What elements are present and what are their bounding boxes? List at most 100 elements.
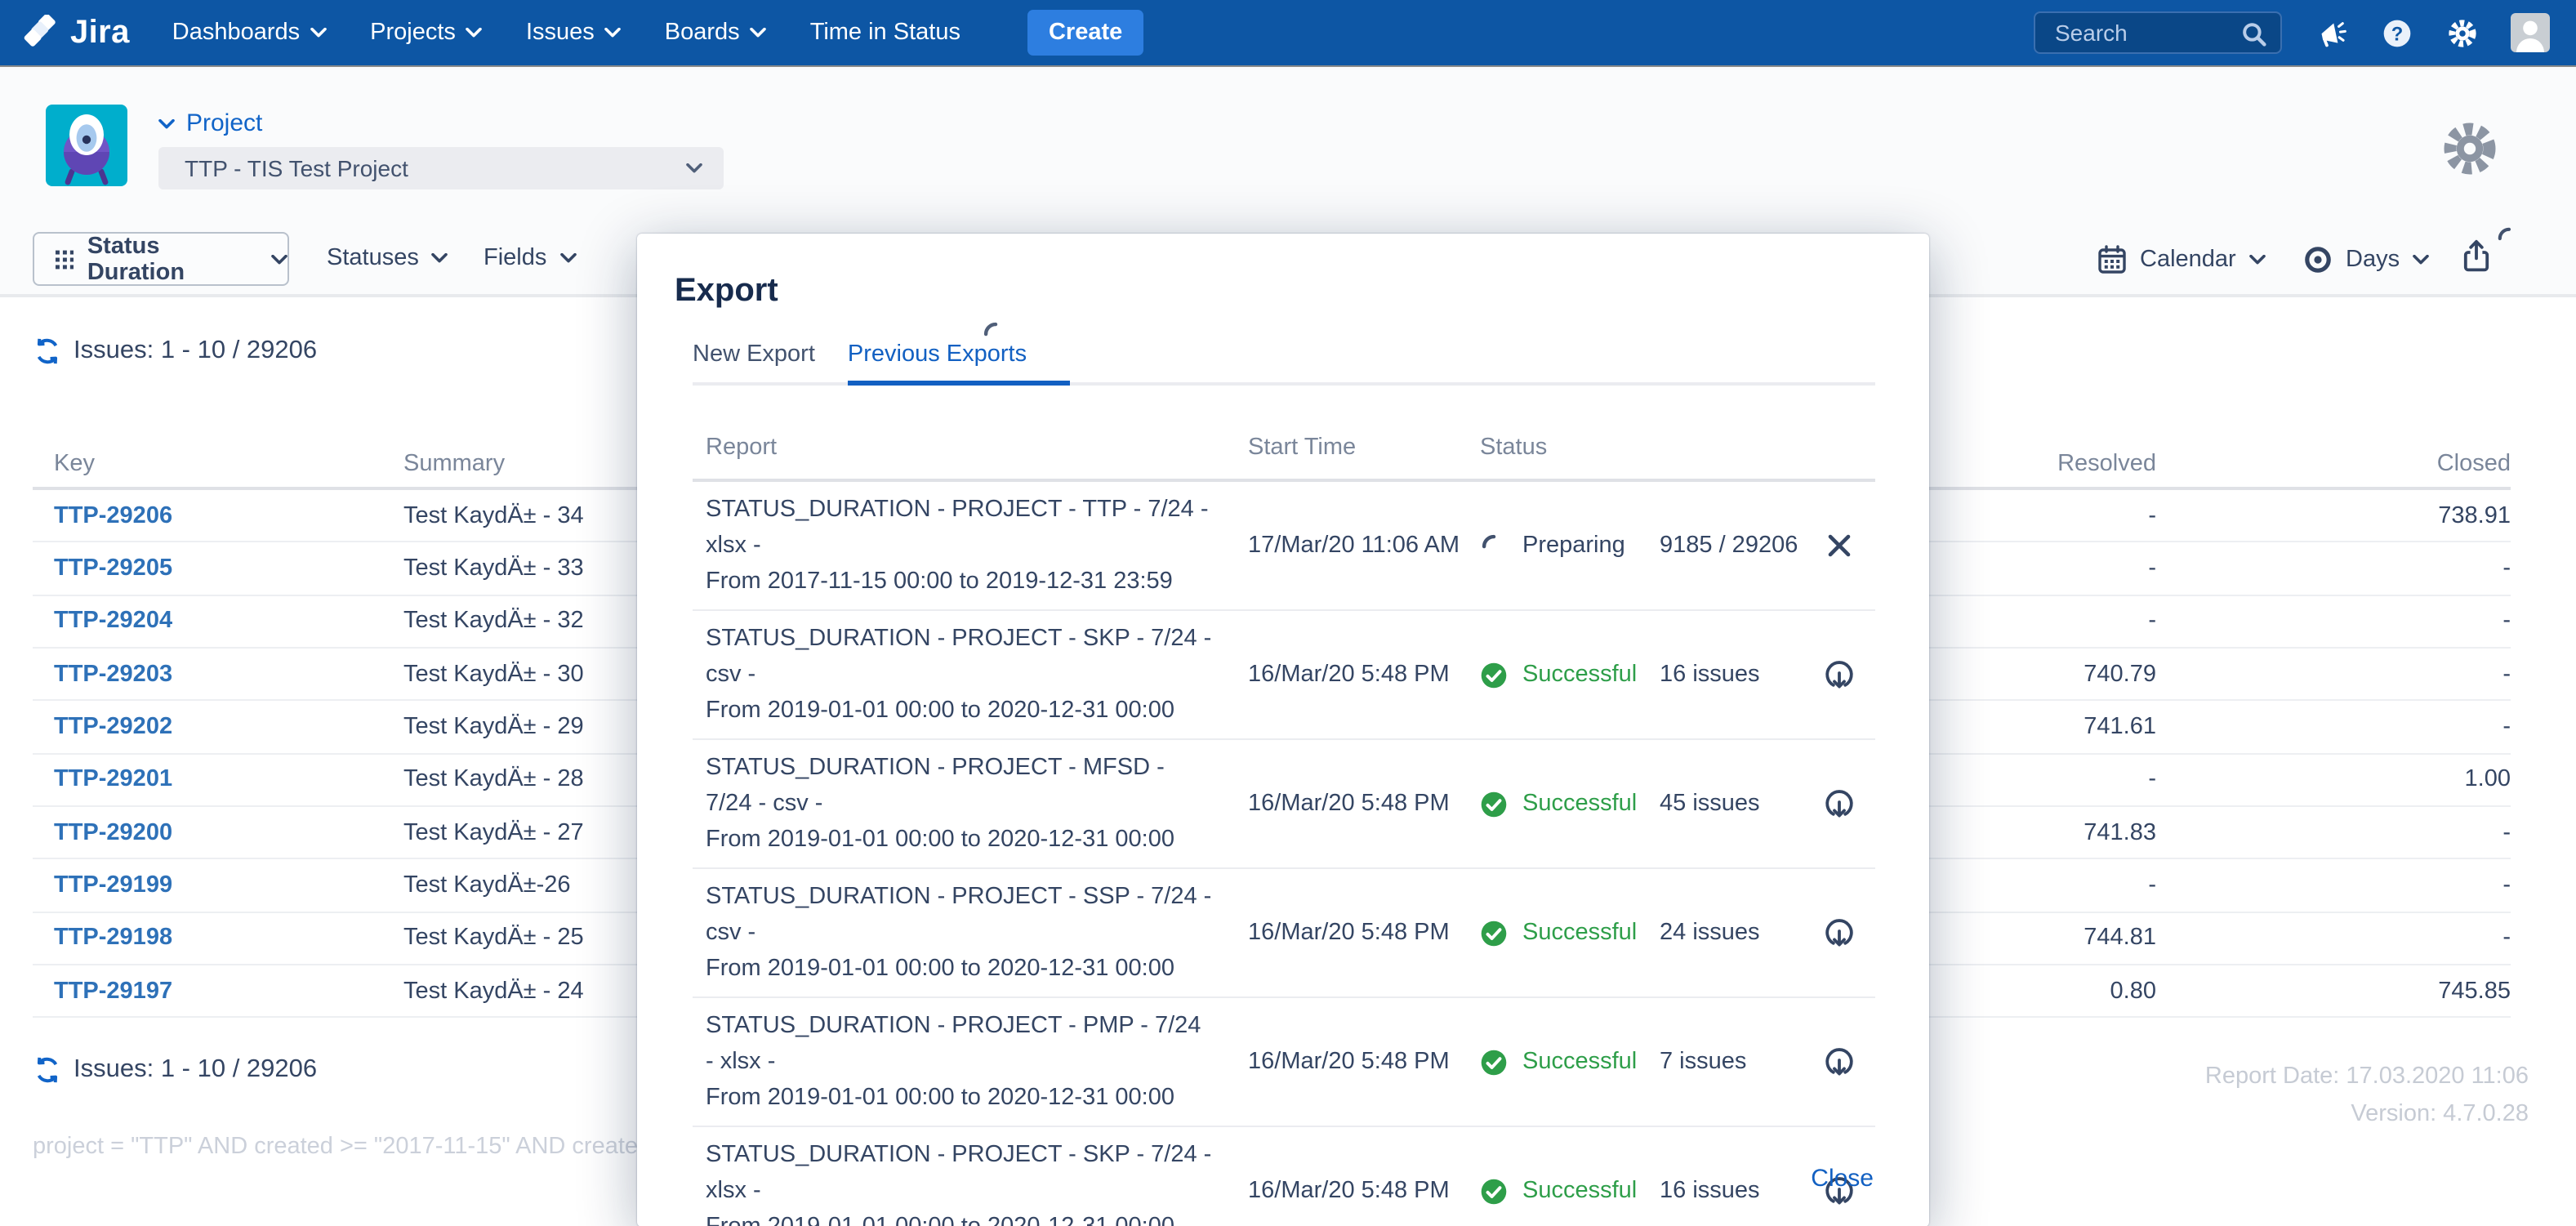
settings-gear-icon[interactable]: [2447, 17, 2478, 48]
user-avatar[interactable]: [2511, 13, 2550, 52]
cancel-export-button[interactable]: [1823, 529, 1856, 562]
project-breadcrumb-link[interactable]: Project: [158, 109, 262, 137]
status-detail: 24 issues: [1660, 920, 1760, 946]
export-modal: Export New Export Previous Exports Repor…: [637, 234, 1929, 1226]
export-status: Successful 16 issues: [1480, 1177, 1803, 1205]
nav-item-boards[interactable]: Boards: [665, 20, 766, 46]
status-label: Successful: [1522, 791, 1653, 817]
report-settings-gear-icon[interactable]: [2440, 119, 2499, 178]
refresh-icon[interactable]: [33, 337, 62, 366]
status-detail: 7 issues: [1660, 1049, 1746, 1075]
export-status: Successful 45 issues: [1480, 790, 1803, 818]
tab-new-export[interactable]: New Export: [693, 332, 815, 382]
download-export-button[interactable]: [1823, 1045, 1856, 1078]
jira-logo[interactable]: Jira: [23, 14, 130, 51]
calendar-dropdown[interactable]: Calendar: [2097, 245, 2266, 274]
chevron-down-icon: [271, 254, 287, 264]
nav-item-issues[interactable]: Issues: [526, 20, 621, 46]
chevron-down-icon: [2249, 255, 2266, 265]
download-export-button[interactable]: [1823, 787, 1856, 820]
check-circle-icon: [1480, 919, 1508, 947]
issue-closed-value: 738.91: [2156, 502, 2511, 528]
export-button[interactable]: [2460, 239, 2493, 274]
download-export-button[interactable]: [1823, 658, 1856, 691]
issue-key-link[interactable]: TTP-29205: [33, 555, 403, 582]
help-icon[interactable]: ?: [2382, 17, 2413, 48]
version-label: Version: 4.7.0.28: [2205, 1096, 2529, 1134]
issue-closed-value: -: [2156, 555, 2511, 582]
project-select[interactable]: TTP - TIS Test Project: [158, 147, 724, 189]
issues-count-bottom: Issues: 1 - 10 / 29206: [33, 1055, 317, 1085]
export-tabs: New Export Previous Exports: [693, 332, 1875, 386]
issue-key-link[interactable]: TTP-29203: [33, 661, 403, 687]
export-row: STATUS_DURATION - PROJECT - TTP - 7/24 -…: [693, 482, 1875, 611]
export-start-time: 16/Mar/20 5:48 PM: [1248, 791, 1480, 817]
status-label: Successful: [1522, 662, 1653, 688]
status-detail: 45 issues: [1660, 791, 1760, 817]
export-row: STATUS_DURATION - PROJECT - SKP - 7/24 -…: [693, 611, 1875, 740]
column-header-closed[interactable]: Closed: [2156, 450, 2511, 476]
nav-item-time-in-status[interactable]: Time in Status: [810, 20, 960, 46]
calendar-icon: [2097, 245, 2127, 274]
refresh-icon[interactable]: [33, 1055, 62, 1085]
column-header-report: Report: [693, 435, 1248, 461]
status-detail: 16 issues: [1660, 662, 1760, 688]
eye-icon: [2303, 245, 2333, 274]
svg-text:?: ?: [2391, 22, 2404, 44]
download-export-button[interactable]: [1823, 916, 1856, 949]
jira-logo-icon: [23, 14, 60, 51]
issue-key-link[interactable]: TTP-29200: [33, 819, 403, 845]
app-window: Jira Dashboards Projects Issues Boards T…: [0, 0, 2576, 1226]
create-button[interactable]: Create: [1027, 10, 1143, 56]
column-header-key[interactable]: Key: [33, 450, 403, 476]
announcements-icon[interactable]: [2316, 17, 2347, 48]
export-status: Successful 7 issues: [1480, 1048, 1803, 1076]
export-report-name: STATUS_DURATION - PROJECT - SSP - 7/24 -…: [693, 869, 1248, 996]
issue-key-link[interactable]: TTP-29201: [33, 767, 403, 793]
status-detail: 9185 / 29206: [1660, 533, 1798, 559]
close-modal-link[interactable]: Close: [1811, 1165, 1874, 1193]
export-row: STATUS_DURATION - PROJECT - PMP - 7/24 -…: [693, 998, 1875, 1127]
issue-closed-value: -: [2156, 609, 2511, 635]
brand-name: Jira: [70, 14, 130, 51]
statuses-dropdown[interactable]: Statuses: [327, 245, 448, 271]
issue-key-link[interactable]: TTP-29199: [33, 872, 403, 898]
issue-key-link[interactable]: TTP-29197: [33, 979, 403, 1005]
issue-closed-value: -: [2156, 714, 2511, 740]
issue-key-link[interactable]: TTP-29202: [33, 714, 403, 740]
report-footer: Report Date: 17.03.2020 11:06 Version: 4…: [2205, 1059, 2529, 1134]
export-start-time: 16/Mar/20 5:48 PM: [1248, 1178, 1480, 1204]
status-duration-dropdown[interactable]: Status Duration: [33, 232, 289, 286]
loading-spinner-icon: [2496, 225, 2522, 252]
check-circle-icon: [1480, 661, 1508, 689]
grid-icon: [56, 249, 74, 269]
project-avatar[interactable]: [46, 105, 127, 186]
export-start-time: 16/Mar/20 5:48 PM: [1248, 1049, 1480, 1075]
days-dropdown[interactable]: Days: [2303, 245, 2429, 274]
top-nav: Jira Dashboards Projects Issues Boards T…: [0, 0, 2576, 65]
export-start-time: 16/Mar/20 5:48 PM: [1248, 920, 1480, 946]
chevron-down-icon: [466, 28, 482, 38]
issue-key-link[interactable]: TTP-29206: [33, 502, 403, 528]
chevron-down-icon: [2413, 255, 2429, 265]
export-row: STATUS_DURATION - PROJECT - SSP - 7/24 -…: [693, 869, 1875, 998]
export-report-name: STATUS_DURATION - PROJECT - MFSD - 7/24 …: [693, 740, 1248, 867]
chevron-down-icon: [604, 28, 621, 38]
check-circle-icon: [1480, 790, 1508, 818]
share-export-icon: [2460, 239, 2493, 274]
check-circle-icon: [1480, 1048, 1508, 1076]
search-box: [2034, 11, 2282, 54]
fields-dropdown[interactable]: Fields: [484, 245, 576, 271]
nav-item-dashboards[interactable]: Dashboards: [172, 20, 326, 46]
nav-item-projects[interactable]: Projects: [370, 20, 482, 46]
issue-key-link[interactable]: TTP-29204: [33, 609, 403, 635]
status-label: Successful: [1522, 1049, 1653, 1075]
tab-previous-exports[interactable]: Previous Exports: [848, 332, 1069, 386]
jql-query-text: project = "TTP" AND created >= "2017-11-…: [33, 1134, 637, 1160]
issue-closed-value: -: [2156, 925, 2511, 952]
issue-closed-value: 745.85: [2156, 979, 2511, 1005]
search-icon[interactable]: [2241, 21, 2267, 47]
column-header-status: Status: [1480, 435, 1803, 461]
export-status: Successful 24 issues: [1480, 919, 1803, 947]
issue-key-link[interactable]: TTP-29198: [33, 925, 403, 952]
